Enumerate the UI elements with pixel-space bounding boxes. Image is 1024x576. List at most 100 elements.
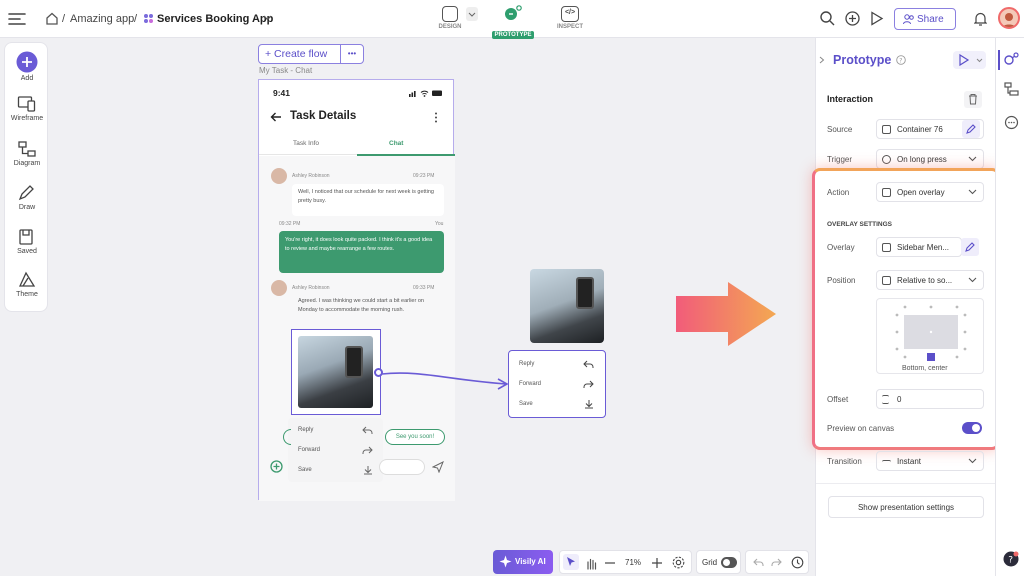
edit-source-button[interactable]: [962, 120, 980, 138]
draw-tool[interactable]: Draw: [5, 184, 49, 211]
source-label: Source: [827, 125, 853, 134]
menu-item-forward[interactable]: Forward: [298, 447, 320, 453]
inspect-mode-button[interactable]: </> INSPECT: [545, 6, 595, 30]
message-time: 09:32 PM: [279, 221, 301, 227]
breadcrumb-project[interactable]: Amazing app: [70, 13, 134, 25]
delete-interaction-button[interactable]: [964, 91, 982, 108]
offset-input[interactable]: 0: [876, 389, 984, 409]
add-circle-icon[interactable]: [845, 11, 860, 26]
hand-icon[interactable]: [584, 556, 598, 570]
more-options-button[interactable]: •••: [340, 44, 364, 64]
menu-item-save[interactable]: Save: [519, 401, 533, 407]
send-icon[interactable]: [432, 461, 444, 473]
transition-label: Transition: [827, 457, 862, 466]
select-tool-button[interactable]: [563, 554, 579, 570]
menu-item-save[interactable]: Save: [298, 467, 312, 473]
zoom-out-icon[interactable]: [605, 562, 615, 564]
wireframe-tool[interactable]: Wireframe: [5, 95, 49, 122]
message-sender: You: [435, 221, 444, 227]
create-flow-button[interactable]: + Create flow: [258, 44, 341, 64]
zoom-in-icon[interactable]: [652, 558, 662, 568]
design-dropdown-button[interactable]: [466, 7, 478, 21]
status-time: 9:41: [273, 88, 291, 98]
help-icon[interactable]: ?: [896, 55, 906, 65]
users-icon: [903, 14, 914, 25]
bottom-toolbar: Visily AI 71% Grid: [493, 550, 809, 574]
visily-ai-button[interactable]: Visily AI: [493, 550, 553, 574]
arrow-pointer-graphic: [676, 282, 776, 346]
quick-reply-chip[interactable]: See you soon!: [385, 429, 445, 445]
message-bubble-own: You're right, it does look quite packed.…: [279, 231, 444, 273]
tab-chat[interactable]: Chat: [389, 140, 403, 147]
trigger-label: Trigger: [827, 155, 853, 164]
play-icon[interactable]: [870, 11, 884, 26]
chevron-down-icon[interactable]: [263, 15, 272, 21]
theme-icon: [18, 271, 36, 287]
add-tool-label: Add: [20, 75, 34, 82]
overlay-value: Sidebar Men...: [897, 243, 950, 252]
breadcrumb-page[interactable]: Services Booking App: [157, 13, 273, 25]
layers-icon[interactable]: [1004, 82, 1019, 97]
theme-tool[interactable]: Theme: [5, 271, 49, 298]
kebab-icon[interactable]: [434, 112, 438, 123]
menu-item-forward[interactable]: Forward: [519, 381, 541, 387]
share-label: Share: [917, 14, 944, 25]
bell-icon[interactable]: [974, 12, 987, 26]
show-presentation-settings-button[interactable]: Show presentation settings: [828, 496, 984, 518]
tab-task-info[interactable]: Task Info: [293, 140, 319, 147]
overlay-field[interactable]: Sidebar Men...: [876, 237, 962, 257]
help-icon[interactable]: ?: [1003, 551, 1019, 567]
chevron-right-icon[interactable]: [819, 56, 825, 64]
back-arrow-icon[interactable]: [270, 112, 282, 122]
add-tool[interactable]: Add: [5, 51, 49, 82]
preview-play-button[interactable]: [953, 51, 986, 69]
offset-value: 0: [897, 395, 902, 404]
top-bar: / Amazing app / Services Booking App DES…: [0, 0, 1024, 39]
search-icon[interactable]: [820, 11, 835, 26]
edit-overlay-button[interactable]: [961, 238, 979, 256]
overlay-menu-frame[interactable]: Reply Forward Save: [508, 350, 606, 418]
settings-icon[interactable]: [672, 556, 685, 569]
chevron-down-icon[interactable]: [968, 156, 977, 162]
image-container-selected[interactable]: [291, 329, 381, 415]
saved-tool[interactable]: Saved: [5, 228, 49, 255]
comment-icon[interactable]: [1004, 115, 1019, 130]
diagram-tool[interactable]: Diagram: [5, 140, 49, 167]
menu-icon[interactable]: [8, 11, 26, 27]
menu-item-reply[interactable]: Reply: [298, 427, 313, 433]
undo-icon[interactable]: [753, 558, 764, 567]
chevron-down-icon[interactable]: [968, 189, 977, 195]
redo-icon[interactable]: [771, 558, 782, 567]
zoom-level[interactable]: 71%: [625, 558, 641, 567]
avatar[interactable]: [998, 7, 1020, 29]
svg-text:?: ?: [1008, 556, 1013, 566]
preview-toggle[interactable]: [962, 422, 982, 434]
add-attachment-icon[interactable]: [270, 460, 283, 473]
preview-on-canvas-label: Preview on canvas: [827, 424, 895, 433]
prototype-mode-button[interactable]: PROTOTYPE: [490, 5, 536, 39]
history-controls: [745, 550, 809, 574]
overlay-label: Overlay: [827, 243, 855, 252]
status-icons: [409, 90, 442, 97]
chevron-down-icon[interactable]: [968, 458, 977, 464]
history-icon[interactable]: [791, 556, 804, 569]
menu-item-reply[interactable]: Reply: [519, 361, 534, 367]
transition-icon: [882, 460, 891, 465]
reply-icon: [362, 426, 373, 434]
frame-icon: [882, 243, 891, 252]
draw-tool-label: Draw: [18, 204, 36, 211]
prototype-icon[interactable]: [1004, 52, 1019, 67]
context-menu: Reply Forward Save: [288, 418, 383, 482]
active-indicator: [998, 50, 1000, 70]
saved-tool-label: Saved: [17, 248, 37, 255]
position-picker[interactable]: Bottom, center: [876, 298, 984, 374]
share-button[interactable]: Share: [894, 8, 956, 30]
phone-frame[interactable]: 9:41 Task Details Task Info Chat Ashley …: [258, 79, 455, 501]
inspect-mode-label: INSPECT: [556, 24, 583, 30]
chevron-down-icon[interactable]: [968, 277, 977, 283]
home-icon[interactable]: [45, 12, 59, 25]
grid-toggle[interactable]: Grid: [696, 550, 741, 574]
message-input[interactable]: [379, 459, 425, 475]
position-icon: [882, 276, 891, 285]
frame-label[interactable]: My Task - Chat: [259, 66, 312, 75]
